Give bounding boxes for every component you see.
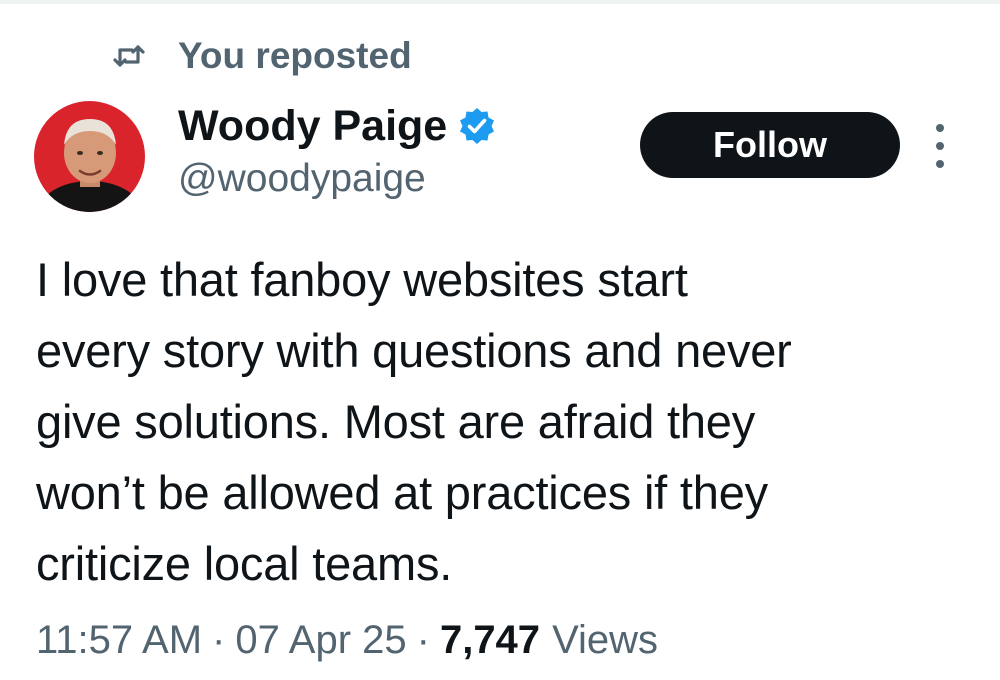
repost-icon bbox=[112, 41, 152, 71]
tweet-meta: 11:57 AM · 07 Apr 25 · 7,747 Views bbox=[36, 614, 658, 666]
meta-separator: · bbox=[212, 617, 226, 662]
tweet-date[interactable]: 07 Apr 25 bbox=[235, 618, 406, 663]
follow-button[interactable]: Follow bbox=[640, 112, 900, 178]
author-handle[interactable]: @woodypaige bbox=[178, 157, 426, 201]
avatar[interactable] bbox=[34, 101, 145, 212]
tweet-time[interactable]: 11:57 AM bbox=[36, 618, 202, 663]
top-divider bbox=[0, 0, 1000, 4]
verified-badge-icon bbox=[457, 106, 497, 146]
tweet-text: I love that fanboy websites start every … bbox=[36, 253, 792, 590]
author-display-name[interactable]: Woody Paige bbox=[178, 102, 447, 151]
more-vertical-icon[interactable] bbox=[928, 124, 952, 168]
views-label: Views bbox=[552, 617, 659, 662]
author-name-row[interactable]: Woody Paige bbox=[178, 102, 497, 150]
repost-label: You reposted bbox=[178, 35, 412, 76]
views-count[interactable]: 7,747 bbox=[440, 618, 540, 663]
repost-indicator: You reposted bbox=[112, 34, 412, 78]
meta-separator: · bbox=[416, 617, 430, 662]
